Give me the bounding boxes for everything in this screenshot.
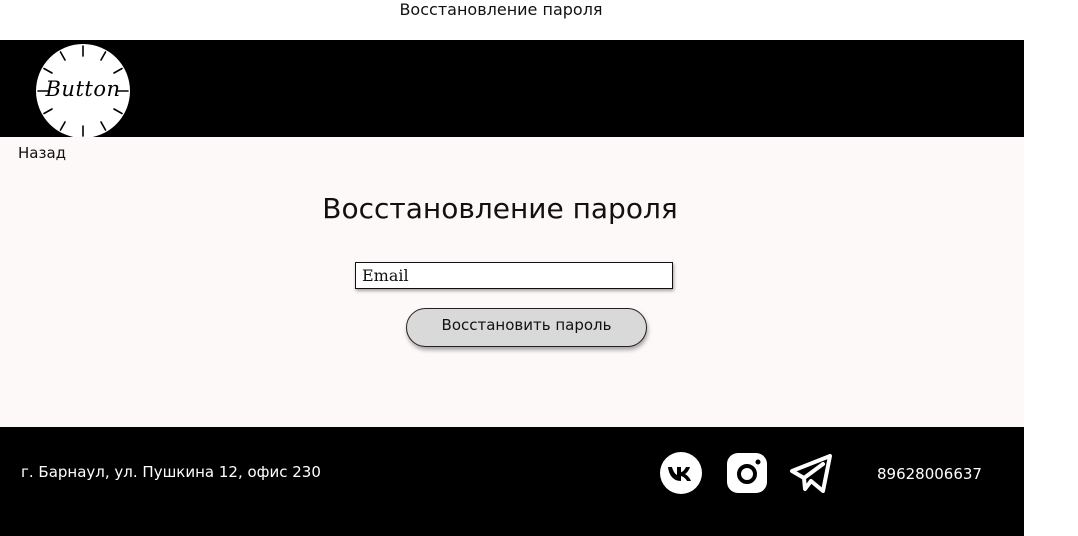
- logo-text: Button: [45, 77, 121, 101]
- page-caption: Восстановление пароля: [399, 0, 603, 19]
- restore-password-button[interactable]: Восстановить пароль: [406, 308, 647, 347]
- email-field[interactable]: [355, 262, 673, 289]
- logo[interactable]: Button: [35, 43, 131, 139]
- back-link[interactable]: Назад: [18, 144, 66, 162]
- telegram-icon[interactable]: [789, 451, 833, 495]
- header: Button: [0, 40, 1024, 139]
- address-text: г. Барнаул, ул. Пушкина 12, офис 230: [21, 463, 321, 481]
- vk-icon[interactable]: [659, 451, 703, 495]
- instagram-icon[interactable]: [725, 451, 769, 495]
- page-title: Восстановление пароля: [322, 192, 678, 225]
- phone-number: 89628006637: [877, 465, 982, 483]
- main-content: Назад Восстановление пароля Восстановить…: [0, 137, 1024, 427]
- footer: г. Барнаул, ул. Пушкина 12, офис 230 896…: [0, 427, 1024, 536]
